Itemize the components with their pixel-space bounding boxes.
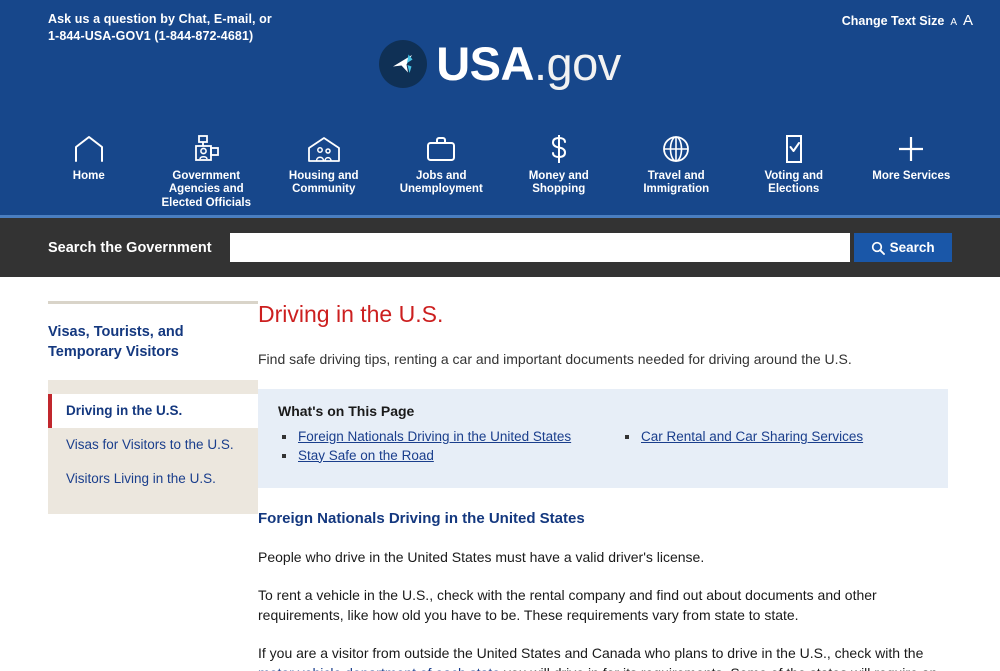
nav-label-voting-elections: Voting and Elections (764, 169, 824, 196)
change-text-size-label: Change Text Size (841, 14, 945, 28)
page-intro: Find safe driving tips, renting a car an… (258, 351, 852, 367)
link-foreign-nationals-driving[interactable]: Foreign Nationals Driving in the United … (298, 429, 571, 444)
sidebar-item-visas-for-visitors[interactable]: Visas for Visitors to the U.S. (48, 428, 258, 462)
header-divider (0, 215, 1000, 218)
link-motor-vehicle-department[interactable]: motor vehicle department of each state (258, 665, 500, 671)
nav-item-travel-immigration[interactable]: Travel and Immigration (618, 132, 736, 197)
nav-label-jobs-unemployment: Jobs and Unemployment (399, 169, 483, 196)
main-content: Driving in the U.S. Find safe driving ti… (258, 301, 1000, 671)
whats-on-page-column-right: Car Rental and Car Sharing Services (621, 429, 928, 466)
search-button[interactable]: Search (853, 233, 952, 262)
page-title: Driving in the U.S. (258, 301, 444, 327)
nav-item-more-services[interactable]: More Services (853, 132, 971, 184)
whats-on-this-page-title: What's on This Page (278, 403, 415, 419)
nav-label-home: Home (72, 169, 105, 182)
nav-item-government-agencies[interactable]: Government Agencies and Elected Official… (148, 132, 266, 211)
change-text-size[interactable]: Change Text Size A A (842, 12, 973, 29)
text-size-large-button[interactable]: A (963, 12, 973, 29)
house-community-icon (305, 132, 343, 166)
contact-line-1: Ask us a question by Chat, E-mail, or (48, 12, 272, 26)
nav-label-travel-immigration: Travel and Immigration (643, 169, 710, 196)
sidebar-menu: Driving in the U.S. Visas for Visitors t… (48, 380, 258, 514)
globe-icon (661, 132, 691, 166)
list-item: Stay Safe on the Road (278, 448, 585, 464)
site-header: Ask us a question by Chat, E-mail, or 1-… (0, 0, 1000, 218)
logo-usa-text: USA (436, 37, 534, 90)
logo-gov-text: .gov (533, 37, 621, 90)
sidebar-heading: Visas, Tourists, and Temporary Visitors (48, 324, 184, 360)
usa-gov-star-icon (379, 40, 428, 88)
paragraph-text-before-link: If you are a visitor from outside the Un… (258, 645, 924, 661)
home-icon (73, 132, 105, 166)
list-item: Car Rental and Car Sharing Services (621, 429, 928, 445)
sidebar-item-driving-in-the-us[interactable]: Driving in the U.S. (48, 394, 258, 428)
search-label: Search the Government (48, 239, 212, 256)
whats-on-page-column-left: Foreign Nationals Driving in the United … (278, 429, 585, 466)
primary-navigation: Home Government Agencies and Elected Off… (0, 132, 1000, 211)
plus-icon (896, 132, 926, 166)
dollar-icon (546, 132, 572, 166)
search-bar: Search the Government Search (0, 218, 1000, 277)
nav-item-voting-elections[interactable]: Voting and Elections (735, 132, 853, 197)
nav-item-home[interactable]: Home (30, 132, 148, 184)
search-button-label: Search (889, 240, 935, 255)
paragraph-visitor-requirements: If you are a visitor from outside the Un… (258, 643, 948, 671)
section-heading-foreign-nationals: Foreign Nationals Driving in the United … (258, 510, 585, 527)
ballot-icon (782, 132, 806, 166)
page-body: Visas, Tourists, and Temporary Visitors … (0, 277, 1000, 671)
paragraph-valid-license: People who drive in the United States mu… (258, 549, 705, 565)
whats-on-this-page-box: What's on This Page Foreign Nationals Dr… (258, 389, 948, 488)
briefcase-icon (424, 132, 458, 166)
usa-gov-logo[interactable]: USA.gov (0, 40, 1000, 88)
sidebar-item-visitors-living-in-us[interactable]: Visitors Living in the U.S. (48, 462, 258, 496)
nav-item-housing-community[interactable]: Housing and Community (265, 132, 383, 197)
sidebar-item-label: Visitors Living in the U.S. (66, 471, 216, 486)
sidebar-item-label: Visas for Visitors to the U.S. (66, 437, 234, 452)
paragraph-rent-a-vehicle: To rent a vehicle in the U.S., check wit… (258, 587, 877, 623)
nav-label-more-services: More Services (872, 169, 951, 182)
sidebar: Visas, Tourists, and Temporary Visitors … (0, 301, 258, 671)
sidebar-item-label: Driving in the U.S. (66, 403, 183, 418)
nav-label-housing-community: Housing and Community (288, 169, 359, 196)
nav-label-government-agencies: Government Agencies and Elected Official… (161, 169, 251, 209)
search-icon (871, 241, 885, 255)
link-car-rental-and-car-sharing[interactable]: Car Rental and Car Sharing Services (641, 429, 863, 444)
link-stay-safe-on-the-road[interactable]: Stay Safe on the Road (298, 448, 434, 463)
podium-icon (190, 132, 222, 166)
text-size-small-button[interactable]: A (950, 17, 957, 28)
list-item: Foreign Nationals Driving in the United … (278, 429, 585, 445)
nav-item-jobs-unemployment[interactable]: Jobs and Unemployment (383, 132, 501, 197)
sidebar-top-divider (48, 301, 258, 304)
search-input[interactable] (229, 233, 850, 262)
nav-item-money-shopping[interactable]: Money and Shopping (500, 132, 618, 197)
nav-label-money-shopping: Money and Shopping (528, 169, 589, 196)
usa-gov-wordmark: USA.gov (436, 40, 621, 88)
